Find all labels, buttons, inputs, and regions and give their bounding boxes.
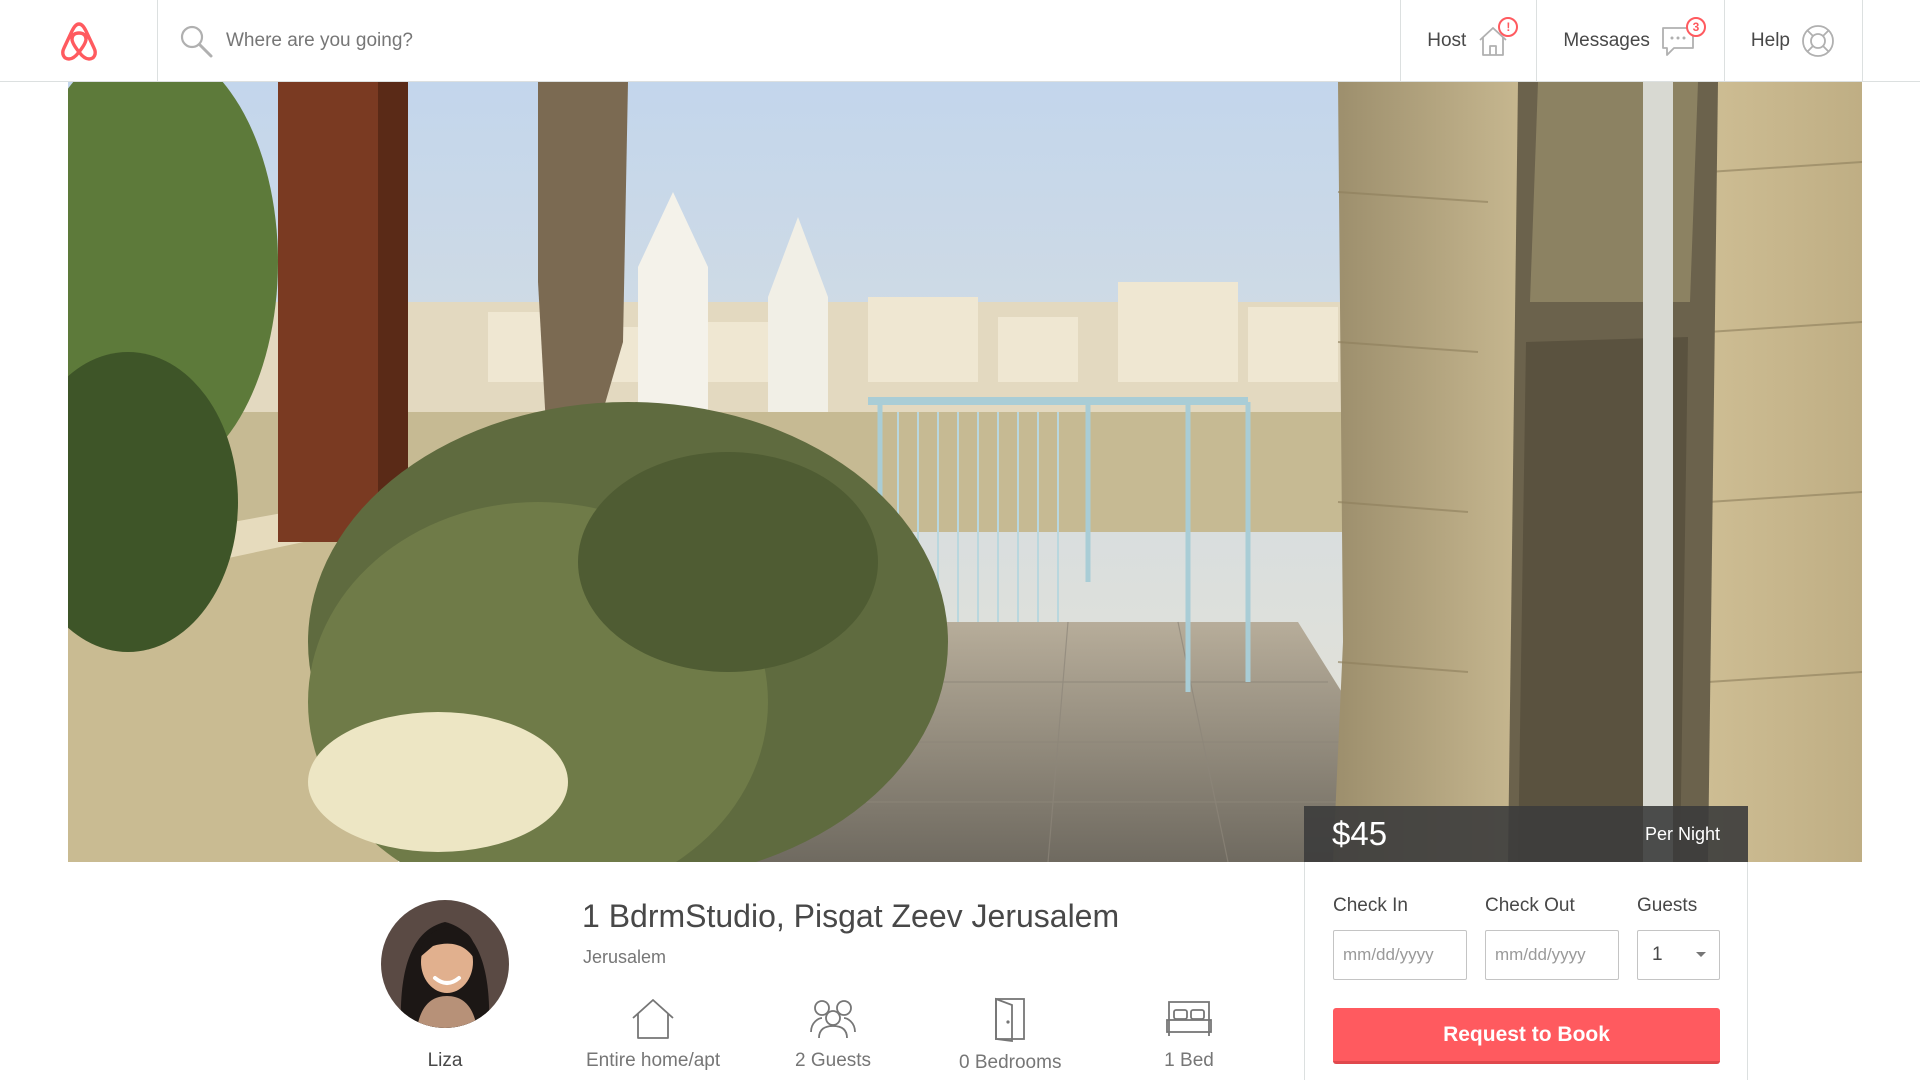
- amenity-beds: 1 Bed: [1163, 996, 1215, 1072]
- avatar[interactable]: [381, 900, 509, 1028]
- guests-select[interactable]: 1: [1637, 930, 1720, 980]
- door-icon: [995, 997, 1026, 1042]
- nav-menu: Host ! Messages 3 Help: [1400, 0, 1920, 82]
- check-in-label: Check In: [1333, 895, 1408, 916]
- amenity-room-type: Entire home/apt: [586, 996, 720, 1072]
- check-in-input[interactable]: [1333, 930, 1467, 980]
- booking-form: Check In Check Out Guests 1 Request to B…: [1304, 862, 1748, 1080]
- host-profile[interactable]: Liza: [381, 900, 509, 1072]
- nav-host-label: Host: [1427, 30, 1467, 51]
- amenity-room-type-label: Entire home/apt: [586, 1050, 721, 1071]
- nav-help[interactable]: Help: [1723, 0, 1863, 82]
- amenity-guests-label: 2 Guests: [795, 1050, 872, 1071]
- top-nav-bar: Host ! Messages 3 Help: [0, 0, 1920, 82]
- listing-title: 1 BdrmStudio, Pisgat Zeev Jerusalem: [582, 898, 1120, 934]
- host-name: Liza: [427, 1050, 463, 1071]
- price-bar: $45 Per Night: [1304, 806, 1748, 862]
- host-icon-wrap: !: [1476, 17, 1519, 58]
- caret-down-icon: [1696, 952, 1706, 957]
- search-icon: [180, 25, 213, 58]
- nav-host[interactable]: Host !: [1400, 0, 1536, 82]
- home-icon: [632, 999, 674, 1039]
- messages-count-badge: 3: [1685, 17, 1706, 37]
- amenity-bedrooms: 0 Bedrooms: [959, 996, 1061, 1074]
- airbnb-logo[interactable]: [0, 0, 158, 82]
- amenity-bedrooms-label: 0 Bedrooms: [959, 1052, 1062, 1073]
- host-alert-badge: !: [1498, 17, 1519, 37]
- airbnb-belo-icon: [60, 22, 97, 61]
- messages-icon-wrap: 3: [1660, 17, 1706, 58]
- guests-label: Guests: [1637, 895, 1698, 916]
- nav-messages-label: Messages: [1563, 30, 1650, 51]
- guests-select-value: 1: [1652, 944, 1663, 965]
- request-to-book-button[interactable]: Request to Book: [1333, 1008, 1720, 1064]
- terrace-photo-illustration: [68, 82, 1862, 862]
- per-night-label: Per Night: [1644, 823, 1720, 844]
- lifebuoy-icon: [1802, 25, 1834, 57]
- check-out-input[interactable]: [1485, 930, 1619, 980]
- host-avatar-photo: [381, 900, 509, 1028]
- nav-messages[interactable]: Messages 3: [1536, 0, 1724, 82]
- listing-hero-photo[interactable]: [68, 82, 1862, 862]
- guests-icon: [810, 1000, 856, 1039]
- listing-location: Jerusalem: [583, 947, 667, 967]
- search-input[interactable]: [226, 30, 646, 52]
- search-bar: [178, 18, 646, 64]
- nightly-price: $45: [1332, 815, 1388, 852]
- amenity-guests: 2 Guests: [795, 996, 871, 1072]
- amenity-beds-label: 1 Bed: [1164, 1050, 1214, 1071]
- nav-help-label: Help: [1750, 30, 1790, 51]
- check-out-label: Check Out: [1485, 895, 1575, 916]
- bed-icon: [1166, 1001, 1212, 1036]
